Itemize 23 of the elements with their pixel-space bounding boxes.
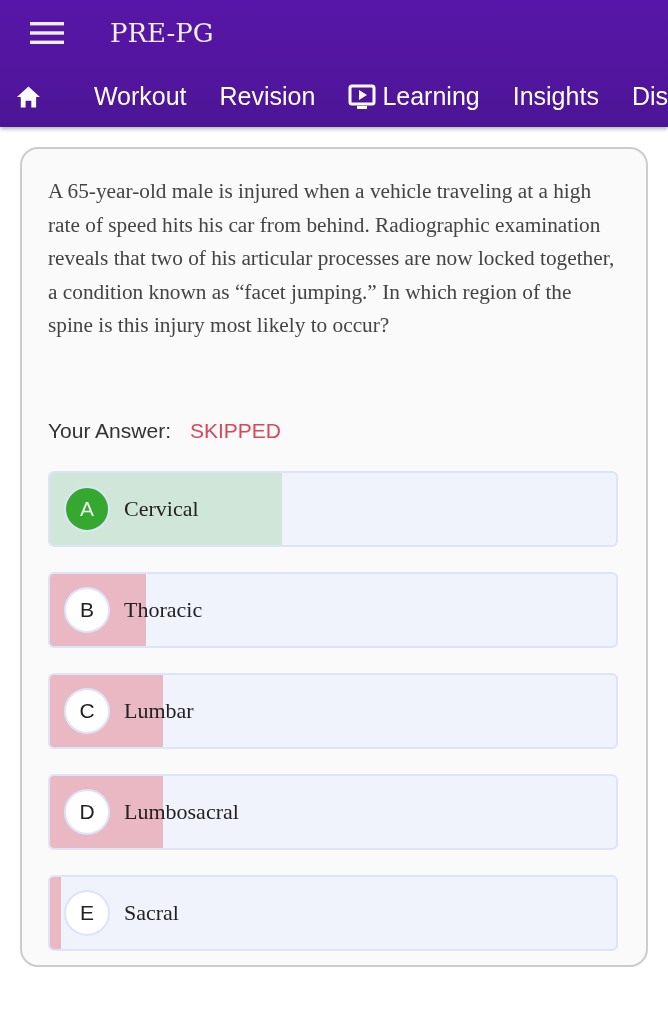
option-text: Lumbosacral	[124, 798, 239, 825]
option-text: Thoracic	[124, 596, 203, 623]
option-text: Lumbar	[124, 697, 194, 724]
answer-option[interactable]: A Cervical	[48, 470, 618, 547]
option-text: Sacral	[124, 899, 179, 926]
app-title: PRE-PG	[110, 18, 214, 48]
nav-tab[interactable]: Workout	[93, 82, 187, 111]
option-text: Cervical	[124, 495, 199, 522]
menu-icon[interactable]	[30, 21, 64, 45]
nav-tab[interactable]: Revision	[219, 82, 316, 111]
answer-option[interactable]: E Sacral	[48, 874, 618, 951]
question-text: A 65-year-old male is injured when a vehicle traveling at a high rate of speed hits his car from behind. Radiographic examination reveals that two of his articular processes are now locked together, a condition known as “facet jumping.” In which region of the spine is this injury most likely to occur?	[48, 178, 616, 339]
nav-tab[interactable]: Dis	[631, 82, 668, 111]
answer-status: SKIPPED	[189, 418, 281, 443]
video-icon	[348, 83, 377, 110]
answer-label: Your Answer:	[48, 418, 171, 443]
nav-tab[interactable]: Learning	[348, 82, 480, 111]
option-letter: E	[64, 889, 110, 936]
nav-tab[interactable]: Insights	[512, 82, 599, 111]
answer-option[interactable]: B Thoracic	[48, 571, 618, 648]
answer-option[interactable]: C Lumbar	[48, 672, 618, 749]
home-icon[interactable]	[16, 84, 41, 109]
answer-option[interactable]: D Lumbosacral	[48, 773, 618, 850]
